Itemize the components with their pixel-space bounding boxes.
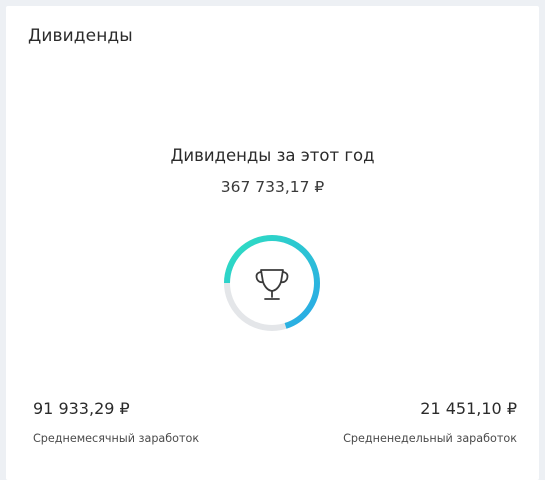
monthly-stat: 91 933,29 ₽ Среднемесячный заработок [33, 399, 199, 446]
weekly-earnings-label: Средненедельный заработок [343, 432, 517, 445]
progress-ring-svg [224, 235, 320, 331]
dividends-card: Дивиденды Дивиденды за этот год 367 733,… [6, 6, 539, 480]
card-title: Дивиденды [28, 26, 133, 46]
summary-title: Дивиденды за этот год [170, 146, 375, 165]
monthly-earnings-label: Среднемесячный заработок [33, 432, 200, 445]
weekly-earnings-value: 21 451,10 ₽ [420, 399, 517, 418]
weekly-stat: 21 451,10 ₽ Средненедельный заработок [343, 399, 517, 446]
summary-value: 367 733,17 ₽ [220, 178, 325, 196]
trophy-icon [255, 269, 289, 300]
progress-ring [220, 231, 324, 335]
monthly-earnings-value: 91 933,29 ₽ [33, 399, 130, 418]
